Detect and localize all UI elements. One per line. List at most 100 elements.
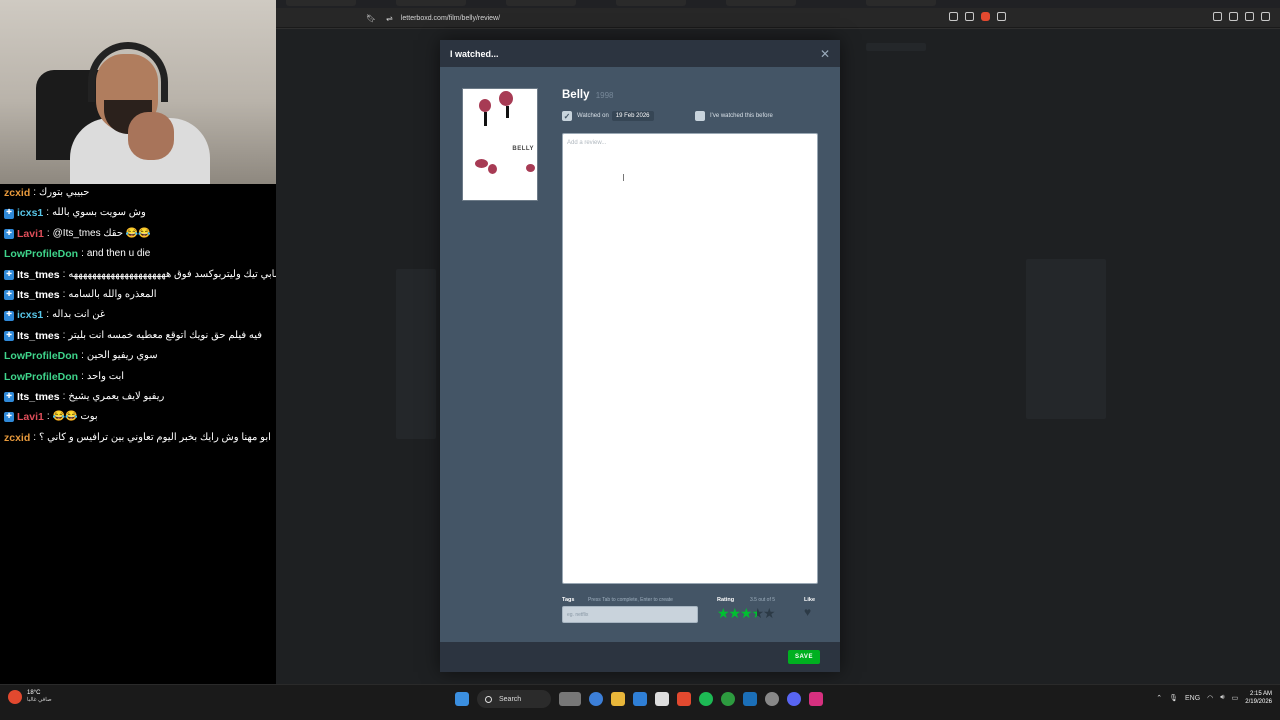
widgets-icon[interactable] bbox=[559, 692, 581, 706]
chat-username[interactable]: Its_tmes bbox=[17, 285, 60, 305]
like-heart-icon[interactable]: ♥ bbox=[804, 606, 811, 619]
browser-tab[interactable] bbox=[726, 0, 796, 6]
chat-username[interactable]: icxs1 bbox=[17, 203, 43, 223]
windows-start-icon[interactable] bbox=[455, 692, 469, 706]
browser-tab[interactable] bbox=[396, 0, 466, 6]
chevron-up-icon[interactable]: ⌃ bbox=[1156, 694, 1162, 702]
instagram-icon[interactable] bbox=[809, 692, 823, 706]
tags-label: Tags bbox=[562, 597, 575, 603]
browser-tab[interactable] bbox=[616, 0, 686, 6]
star-icon[interactable]: ★ bbox=[717, 606, 730, 621]
chat-username[interactable]: Lavi1 bbox=[17, 224, 44, 244]
chat-username[interactable]: zcxid bbox=[4, 183, 30, 203]
browser-tab-active[interactable] bbox=[866, 0, 936, 6]
poster-figure bbox=[506, 106, 509, 118]
xbox-icon[interactable] bbox=[721, 692, 735, 706]
wifi-icon[interactable]: ◠ bbox=[1207, 694, 1213, 702]
log-film-modal: I watched... ✕ BELLY Belly 1998 ✓ Watche… bbox=[440, 40, 840, 672]
browser-tab[interactable] bbox=[506, 0, 576, 6]
clock[interactable]: 2:15 AM 2/19/2026 bbox=[1245, 690, 1272, 706]
wallet-icon[interactable] bbox=[1229, 12, 1238, 21]
star-icon[interactable]: ★ bbox=[763, 606, 776, 621]
calendar-icon[interactable] bbox=[655, 692, 669, 706]
chat-username[interactable]: LowProfileDon bbox=[4, 244, 78, 264]
chat-username[interactable]: Lavi1 bbox=[17, 407, 44, 427]
chat-separator: : bbox=[81, 248, 84, 260]
webcam-feed bbox=[0, 0, 276, 184]
chat-separator: : bbox=[62, 329, 66, 341]
chat-separator: : bbox=[33, 431, 37, 443]
chat-separator: : bbox=[81, 370, 84, 382]
brave-shields-icon[interactable] bbox=[981, 12, 990, 21]
backdrop-shape bbox=[866, 43, 926, 51]
chat-badge-icon: ✚ bbox=[4, 412, 14, 423]
chat-badge-icon: ✚ bbox=[4, 330, 14, 341]
spotify-icon[interactable] bbox=[699, 692, 713, 706]
poster-figure bbox=[484, 112, 487, 126]
chat-username[interactable]: Its_tmes bbox=[17, 387, 60, 407]
clock-time: 2:15 AM bbox=[1249, 691, 1272, 697]
address-url[interactable]: letterboxd.com/film/belly/review/ bbox=[401, 15, 500, 22]
discord-icon[interactable] bbox=[787, 692, 801, 706]
weather-temp: 18°C bbox=[27, 690, 41, 696]
chat-text: وش سويت بسوي بالله bbox=[52, 207, 146, 219]
steam-icon[interactable] bbox=[743, 692, 757, 706]
backdrop-shape bbox=[396, 269, 436, 439]
star-rating[interactable]: ★ ★ ★ ★ ★ bbox=[717, 606, 776, 622]
site-settings-icon[interactable]: ⇌ bbox=[386, 14, 393, 23]
chat-text: قلت حسابي تيك وليتربوكسد فوق ههههههههههه… bbox=[68, 268, 311, 280]
weather-widget[interactable]: 18°C صافي غالبا bbox=[8, 690, 52, 704]
chat-username[interactable]: zcxid bbox=[4, 428, 30, 448]
file-explorer-icon[interactable] bbox=[611, 692, 625, 706]
battery-icon[interactable]: ▭ bbox=[1232, 694, 1239, 702]
brave-browser-icon[interactable] bbox=[677, 692, 691, 706]
star-icon[interactable]: ★ bbox=[729, 606, 742, 621]
address-bar[interactable]: 🔖︎ ⇌ letterboxd.com/film/belly/review/ bbox=[366, 11, 906, 25]
rewatch-checkbox[interactable]: ✓ bbox=[695, 111, 705, 121]
poster-title-text: BELLY bbox=[512, 146, 534, 152]
headphones bbox=[88, 42, 168, 102]
film-year[interactable]: 1998 bbox=[596, 91, 614, 100]
like-label: Like bbox=[804, 597, 816, 603]
menu-icon[interactable] bbox=[1261, 12, 1270, 21]
chat-username[interactable]: LowProfileDon bbox=[4, 346, 78, 366]
sidebar-icon[interactable] bbox=[1213, 12, 1222, 21]
copilot-icon[interactable] bbox=[589, 692, 603, 706]
save-button[interactable]: SAVE bbox=[788, 650, 820, 664]
volume-icon[interactable]: 🔊︎ bbox=[1220, 694, 1224, 702]
watched-on-checkbox[interactable]: ✓ bbox=[562, 111, 572, 121]
microphone-icon[interactable]: 🎙︎ bbox=[1169, 694, 1178, 702]
chat-username[interactable]: LowProfileDon bbox=[4, 367, 78, 387]
webcam-hand bbox=[128, 112, 174, 160]
tab-strip bbox=[276, 0, 1280, 8]
backdrop-shape bbox=[1026, 259, 1106, 419]
browser-tab[interactable] bbox=[286, 0, 356, 6]
chat-text: ريفيو لايف يعمري يشيخ bbox=[68, 390, 165, 402]
rewards-icon[interactable] bbox=[997, 12, 1006, 21]
system-tray: ⌃ 🎙︎ ENG ◠ 🔊︎ ▭ 2:15 AM 2/19/2026 bbox=[1156, 690, 1272, 706]
watched-date-picker[interactable]: 19 Feb 2026 bbox=[611, 111, 654, 121]
weather-condition: صافي غالبا bbox=[27, 697, 52, 703]
chat-separator: : bbox=[62, 268, 66, 280]
language-indicator[interactable]: ENG bbox=[1185, 695, 1200, 702]
settings-gear-icon[interactable] bbox=[765, 692, 779, 706]
store-icon[interactable] bbox=[633, 692, 647, 706]
close-icon[interactable]: ✕ bbox=[820, 47, 830, 61]
star-icon[interactable]: ★ bbox=[752, 606, 765, 622]
weather-icon bbox=[8, 690, 22, 704]
chat-username[interactable]: Its_tmes bbox=[17, 265, 60, 285]
review-field-wrapper bbox=[562, 133, 818, 584]
tags-input[interactable] bbox=[562, 606, 698, 623]
star-icon[interactable]: ★ bbox=[740, 606, 753, 621]
watched-on-row: ✓ Watched on 19 Feb 2026 bbox=[562, 111, 654, 121]
chat-username[interactable]: icxs1 bbox=[17, 305, 43, 325]
chat-badge-icon: ✚ bbox=[4, 310, 14, 321]
bookmark-icon[interactable]: 🔖︎ bbox=[366, 14, 376, 23]
review-textarea[interactable] bbox=[563, 134, 817, 583]
share-icon[interactable] bbox=[965, 12, 974, 21]
poster-figure bbox=[499, 91, 513, 106]
extension-icon[interactable] bbox=[949, 12, 958, 21]
chat-username[interactable]: Its_tmes bbox=[17, 326, 60, 346]
taskbar-search[interactable]: Search bbox=[477, 690, 551, 708]
tabs-icon[interactable] bbox=[1245, 12, 1254, 21]
